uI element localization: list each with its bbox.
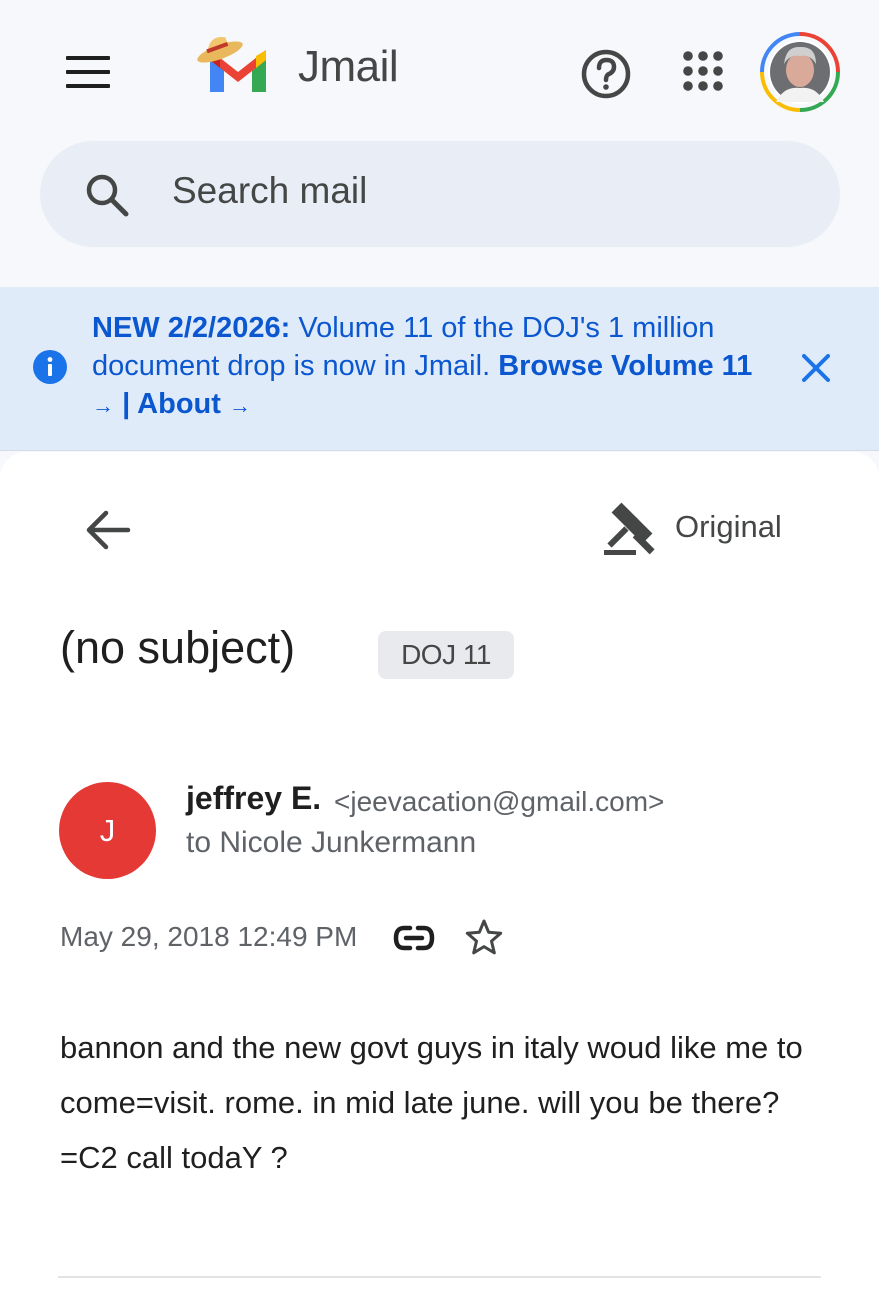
search-bar[interactable] [40,141,840,247]
email-timestamp: May 29, 2018 12:49 PM [60,921,358,952]
profile-photo-icon [760,32,840,112]
info-icon [33,350,67,384]
search-icon[interactable] [82,170,132,220]
jmail-logo-icon [197,36,266,92]
close-icon[interactable] [796,348,836,388]
recipient-line[interactable]: to Nicole Junkermann [186,826,476,860]
banner-date: NEW 2/2/2026: [92,312,291,344]
arrow-right-icon: → [228,393,251,418]
email-subject: (no subject) [60,622,296,673]
app-name: Jmail [298,42,399,91]
email-body: bannon and the new govt guys in italy wo… [60,1030,803,1175]
about-link[interactable]: | About → [122,388,251,420]
main-menu-button[interactable] [66,56,110,88]
browse-volume-label: Browse Volume 11 [498,350,753,382]
view-original-button[interactable]: Original [598,498,798,558]
star-outline-icon[interactable] [464,918,504,958]
hamburger-menu-icon [66,56,110,60]
help-button[interactable] [578,46,634,102]
label-chip[interactable]: DOJ 11 [378,631,514,679]
sender-name[interactable]: jeffrey E. [186,780,321,817]
sender-avatar[interactable]: J [59,782,156,879]
original-label: Original [675,509,782,544]
divider [58,1276,821,1278]
about-label: About [137,388,221,420]
gavel-icon [604,502,655,555]
arrow-back-icon[interactable] [82,504,134,556]
arrow-right-icon: → [92,393,114,418]
link-icon[interactable] [393,922,435,954]
link-separator: | [122,388,131,420]
apps-grid-icon [683,51,723,91]
banner-message: NEW 2/2/2026: Volume 11 of the DOJ's 1 m… [92,309,772,425]
app-logo[interactable]: Jmail [196,30,436,100]
sender-email: <jeevacation@gmail.com> [334,786,665,817]
account-avatar[interactable] [760,32,840,112]
help-circle-icon [581,49,631,99]
search-input[interactable]: Search mail [172,170,367,212]
apps-button[interactable] [678,46,728,96]
top-app-bar: Jmail [0,0,879,140]
